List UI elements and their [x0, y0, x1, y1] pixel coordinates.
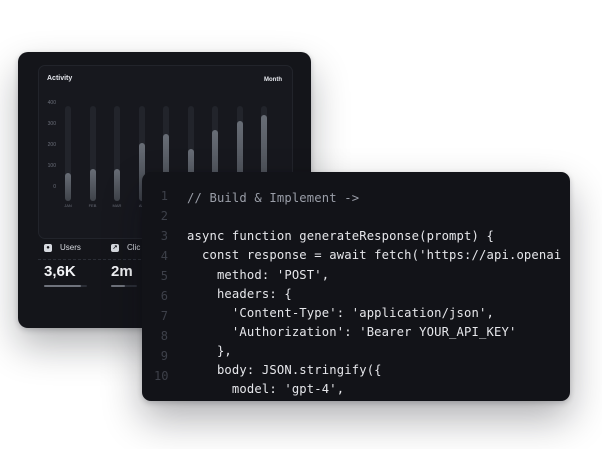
- stat-label: Users: [60, 243, 81, 252]
- x-tick: FEB: [88, 203, 97, 208]
- stat-progress: [111, 285, 137, 287]
- stat-value: 3,6K: [44, 263, 76, 280]
- code-line: },: [187, 344, 232, 358]
- stat-progress: [44, 285, 87, 287]
- bar: [114, 168, 120, 201]
- y-tick: 300: [47, 121, 56, 127]
- stat-value: 2m: [111, 263, 133, 280]
- code-line: async function generateResponse(prompt) …: [187, 229, 494, 243]
- line-number: 3: [160, 229, 168, 243]
- line-number: 9: [160, 349, 168, 363]
- period-select[interactable]: Month: [264, 77, 282, 83]
- line-number: 5: [160, 269, 168, 283]
- click-icon: ↗: [111, 244, 119, 252]
- line-number-gutter: 1 2 3 4 5 6 7 8 9 10: [142, 172, 176, 401]
- line-number: 8: [160, 329, 168, 343]
- y-tick: 0: [53, 184, 56, 190]
- line-number: 6: [160, 289, 168, 303]
- line-number: 4: [160, 249, 168, 263]
- line-number: 10: [154, 369, 169, 383]
- x-tick: MAR: [112, 203, 122, 208]
- code-line: method: 'POST',: [187, 268, 330, 282]
- bar: [89, 168, 96, 201]
- code-line: headers: {: [187, 287, 292, 301]
- y-tick: 200: [47, 142, 56, 148]
- users-icon: ●: [44, 244, 52, 252]
- code-line: const response = await fetch('https://ap…: [187, 248, 562, 262]
- stat-label: Clic: [127, 243, 141, 252]
- y-tick: 100: [47, 163, 56, 169]
- x-tick: JAN: [64, 203, 72, 208]
- code-line: 'Authorization': 'Bearer YOUR_API_KEY': [187, 325, 517, 339]
- code-line: // Build & Implement ->: [187, 191, 360, 205]
- bar: [65, 172, 71, 201]
- y-tick: 400: [47, 100, 56, 106]
- line-number: 2: [160, 209, 168, 223]
- code-line: model: 'gpt-4',: [187, 382, 345, 396]
- code-line: 'Content-Type': 'application/json',: [187, 306, 494, 320]
- panel-title: Activity: [47, 75, 73, 82]
- code-line: body: JSON.stringify({: [187, 363, 382, 377]
- code-editor: 1 2 3 4 5 6 7 8 9 10 // Build & Implemen…: [142, 172, 570, 401]
- line-number: 7: [160, 309, 168, 323]
- line-number: 1: [160, 189, 168, 203]
